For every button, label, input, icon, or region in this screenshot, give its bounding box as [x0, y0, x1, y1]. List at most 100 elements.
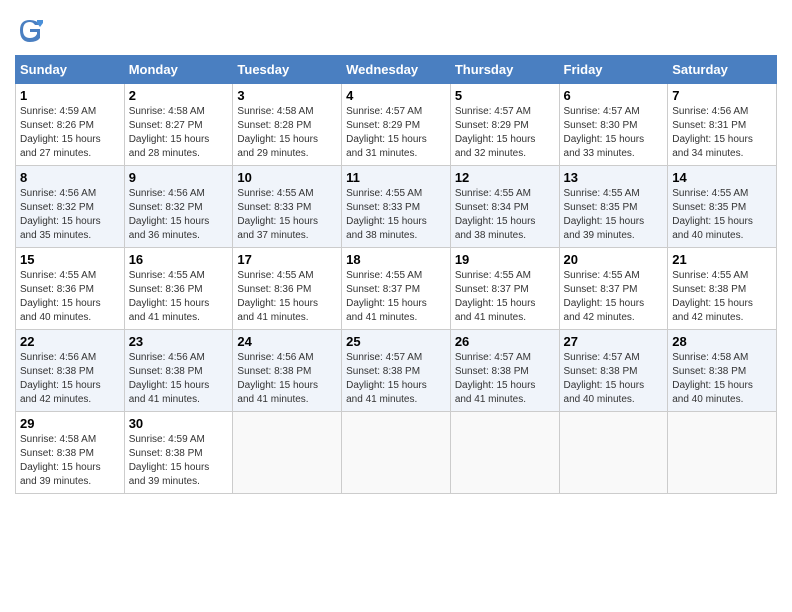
day-info: Sunrise: 4:58 AM Sunset: 8:38 PM Dayligh…: [20, 433, 120, 489]
day-info: Sunrise: 4:58 AM Sunset: 8:28 PM Dayligh…: [237, 105, 337, 161]
day-info: Sunrise: 4:57 AM Sunset: 8:38 PM Dayligh…: [455, 351, 555, 407]
day-info: Sunrise: 4:56 AM Sunset: 8:32 PM Dayligh…: [129, 187, 229, 243]
calendar-cell: 18Sunrise: 4:55 AM Sunset: 8:37 PM Dayli…: [342, 248, 451, 330]
day-info: Sunrise: 4:58 AM Sunset: 8:38 PM Dayligh…: [672, 351, 772, 407]
day-info: Sunrise: 4:55 AM Sunset: 8:36 PM Dayligh…: [129, 269, 229, 325]
header: [15, 15, 777, 45]
day-info: Sunrise: 4:57 AM Sunset: 8:38 PM Dayligh…: [346, 351, 446, 407]
calendar-week: 8 Sunrise: 4:56 AM Sunset: 8:32 PM Daylig…: [16, 166, 777, 248]
calendar-cell: 22 Sunrise: 4:56 AM Sunset: 8:38 PM Dayli…: [16, 330, 125, 412]
calendar-cell: 2 Sunrise: 4:58 AM Sunset: 8:27 PM Daylig…: [124, 84, 233, 166]
day-number: 26: [455, 334, 555, 349]
calendar-cell: 12Sunrise: 4:55 AM Sunset: 8:34 PM Dayli…: [450, 166, 559, 248]
day-info: Sunrise: 4:58 AM Sunset: 8:27 PM Dayligh…: [129, 105, 229, 161]
day-number: 15: [20, 252, 120, 267]
calendar-cell: 19 Sunrise: 4:55 AM Sunset: 8:37 PM Dayli…: [450, 248, 559, 330]
day-number: 29: [20, 416, 120, 431]
calendar-cell: 29 Sunrise: 4:58 AM Sunset: 8:38 PM Dayli…: [16, 412, 125, 494]
calendar-cell: 21 Sunrise: 4:55 AM Sunset: 8:38 PM Dayli…: [668, 248, 777, 330]
calendar-cell: 24 Sunrise: 4:56 AM Sunset: 8:38 PM Dayli…: [233, 330, 342, 412]
day-number: 25: [346, 334, 446, 349]
calendar-cell: [233, 412, 342, 494]
day-info: Sunrise: 4:56 AM Sunset: 8:38 PM Dayligh…: [129, 351, 229, 407]
day-number: 5: [455, 88, 555, 103]
day-number: 22: [20, 334, 120, 349]
day-header: Saturday: [668, 56, 777, 84]
calendar-week: 22 Sunrise: 4:56 AM Sunset: 8:38 PM Dayli…: [16, 330, 777, 412]
day-number: 24: [237, 334, 337, 349]
day-info: Sunrise: 4:55 AM Sunset: 8:36 PM Dayligh…: [20, 269, 120, 325]
calendar-cell: 6Sunrise: 4:57 AM Sunset: 8:30 PM Daylig…: [559, 84, 668, 166]
day-number: 19: [455, 252, 555, 267]
calendar-cell: 17 Sunrise: 4:55 AM Sunset: 8:36 PM Dayli…: [233, 248, 342, 330]
calendar-cell: 28 Sunrise: 4:58 AM Sunset: 8:38 PM Dayli…: [668, 330, 777, 412]
day-header: Thursday: [450, 56, 559, 84]
calendar-cell: 13Sunrise: 4:55 AM Sunset: 8:35 PM Dayli…: [559, 166, 668, 248]
day-number: 28: [672, 334, 772, 349]
calendar-cell: 27 Sunrise: 4:57 AM Sunset: 8:38 PM Dayli…: [559, 330, 668, 412]
calendar-cell: [342, 412, 451, 494]
calendar-cell: 3 Sunrise: 4:58 AM Sunset: 8:28 PM Daylig…: [233, 84, 342, 166]
calendar-cell: 15 Sunrise: 4:55 AM Sunset: 8:36 PM Dayli…: [16, 248, 125, 330]
day-number: 8: [20, 170, 120, 185]
day-number: 1: [20, 88, 120, 103]
calendar-cell: 14 Sunrise: 4:55 AM Sunset: 8:35 PM Dayli…: [668, 166, 777, 248]
day-info: Sunrise: 4:55 AM Sunset: 8:35 PM Dayligh…: [672, 187, 772, 243]
day-number: 9: [129, 170, 229, 185]
day-info: Sunrise: 4:57 AM Sunset: 8:38 PM Dayligh…: [564, 351, 664, 407]
calendar-cell: 20 Sunrise: 4:55 AM Sunset: 8:37 PM Dayli…: [559, 248, 668, 330]
calendar-cell: 4Sunrise: 4:57 AM Sunset: 8:29 PM Daylig…: [342, 84, 451, 166]
logo: [15, 15, 47, 45]
logo-icon: [15, 15, 45, 45]
day-info: Sunrise: 4:55 AM Sunset: 8:33 PM Dayligh…: [346, 187, 446, 243]
day-number: 16: [129, 252, 229, 267]
day-info: Sunrise: 4:55 AM Sunset: 8:37 PM Dayligh…: [564, 269, 664, 325]
day-number: 27: [564, 334, 664, 349]
day-number: 20: [564, 252, 664, 267]
day-header: Tuesday: [233, 56, 342, 84]
calendar-week: 1 Sunrise: 4:59 AM Sunset: 8:26 PM Daylig…: [16, 84, 777, 166]
day-info: Sunrise: 4:55 AM Sunset: 8:36 PM Dayligh…: [237, 269, 337, 325]
day-number: 14: [672, 170, 772, 185]
calendar-cell: 23 Sunrise: 4:56 AM Sunset: 8:38 PM Dayli…: [124, 330, 233, 412]
day-number: 3: [237, 88, 337, 103]
day-info: Sunrise: 4:56 AM Sunset: 8:38 PM Dayligh…: [237, 351, 337, 407]
day-number: 12: [455, 170, 555, 185]
day-number: 2: [129, 88, 229, 103]
calendar-cell: [450, 412, 559, 494]
day-info: Sunrise: 4:57 AM Sunset: 8:30 PM Dayligh…: [564, 105, 664, 161]
day-info: Sunrise: 4:56 AM Sunset: 8:38 PM Dayligh…: [20, 351, 120, 407]
day-info: Sunrise: 4:55 AM Sunset: 8:37 PM Dayligh…: [346, 269, 446, 325]
calendar-cell: 25 Sunrise: 4:57 AM Sunset: 8:38 PM Dayli…: [342, 330, 451, 412]
day-number: 21: [672, 252, 772, 267]
calendar-week: 15 Sunrise: 4:55 AM Sunset: 8:36 PM Dayli…: [16, 248, 777, 330]
day-info: Sunrise: 4:55 AM Sunset: 8:37 PM Dayligh…: [455, 269, 555, 325]
calendar-cell: 9 Sunrise: 4:56 AM Sunset: 8:32 PM Daylig…: [124, 166, 233, 248]
day-info: Sunrise: 4:59 AM Sunset: 8:26 PM Dayligh…: [20, 105, 120, 161]
calendar-cell: 16 Sunrise: 4:55 AM Sunset: 8:36 PM Dayli…: [124, 248, 233, 330]
day-number: 30: [129, 416, 229, 431]
calendar-cell: [668, 412, 777, 494]
calendar: SundayMondayTuesdayWednesdayThursdayFrid…: [15, 55, 777, 494]
day-number: 10: [237, 170, 337, 185]
day-number: 23: [129, 334, 229, 349]
day-header: Sunday: [16, 56, 125, 84]
day-info: Sunrise: 4:55 AM Sunset: 8:38 PM Dayligh…: [672, 269, 772, 325]
day-info: Sunrise: 4:59 AM Sunset: 8:38 PM Dayligh…: [129, 433, 229, 489]
calendar-cell: 1 Sunrise: 4:59 AM Sunset: 8:26 PM Daylig…: [16, 84, 125, 166]
day-number: 11: [346, 170, 446, 185]
calendar-cell: 30 Sunrise: 4:59 AM Sunset: 8:38 PM Dayli…: [124, 412, 233, 494]
calendar-cell: 26 Sunrise: 4:57 AM Sunset: 8:38 PM Dayli…: [450, 330, 559, 412]
day-info: Sunrise: 4:57 AM Sunset: 8:29 PM Dayligh…: [346, 105, 446, 161]
day-info: Sunrise: 4:57 AM Sunset: 8:29 PM Dayligh…: [455, 105, 555, 161]
calendar-week: 29 Sunrise: 4:58 AM Sunset: 8:38 PM Dayli…: [16, 412, 777, 494]
day-header: Friday: [559, 56, 668, 84]
day-number: 7: [672, 88, 772, 103]
day-info: Sunrise: 4:56 AM Sunset: 8:31 PM Dayligh…: [672, 105, 772, 161]
calendar-cell: 10Sunrise: 4:55 AM Sunset: 8:33 PM Dayli…: [233, 166, 342, 248]
calendar-cell: 5 Sunrise: 4:57 AM Sunset: 8:29 PM Daylig…: [450, 84, 559, 166]
day-header: Wednesday: [342, 56, 451, 84]
day-number: 17: [237, 252, 337, 267]
calendar-cell: 7 Sunrise: 4:56 AM Sunset: 8:31 PM Daylig…: [668, 84, 777, 166]
day-header: Monday: [124, 56, 233, 84]
